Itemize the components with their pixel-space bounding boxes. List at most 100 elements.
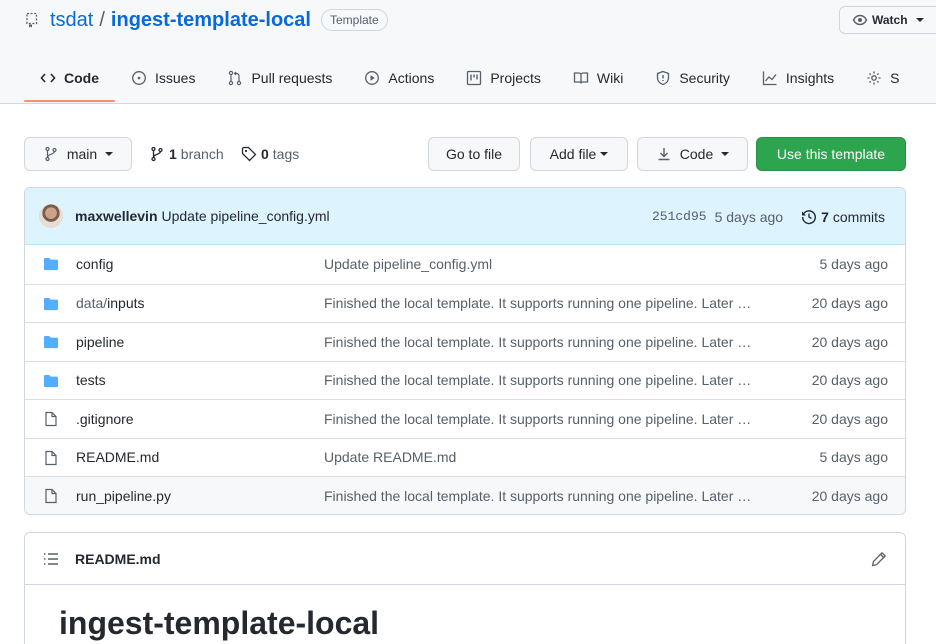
pencil-icon[interactable] [871, 551, 887, 567]
book-icon [573, 72, 589, 84]
file-name-text[interactable]: pipeline [76, 334, 124, 350]
file-browser: maxwellevin Update pipeline_config.yml 2… [24, 187, 906, 515]
repo-title: tsdat / ingest-template-local Template [24, 7, 388, 33]
avatar[interactable] [39, 204, 63, 228]
path-separator: / [99, 8, 105, 31]
file-commit-message-link[interactable]: Update pipeline_config.yml [324, 256, 756, 272]
go-to-file-label: Go to file [445, 146, 503, 162]
branch-icon [45, 146, 57, 162]
file-name-text[interactable]: README.md [76, 449, 159, 465]
branch-select-button[interactable]: main [24, 137, 132, 171]
file-commit-message-link[interactable]: Finished the local template. It supports… [324, 411, 756, 427]
file-commit-message-link[interactable]: Finished the local template. It supports… [324, 295, 756, 311]
file-commit-age: 20 days ago [811, 333, 888, 350]
list-icon[interactable] [43, 551, 59, 567]
template-badge: Template [320, 9, 388, 31]
add-file-button[interactable]: Add file [530, 137, 628, 171]
file-name-link[interactable]: config [76, 256, 113, 272]
code-download-button[interactable]: Code [637, 137, 748, 171]
tab-security[interactable]: Security [639, 60, 746, 96]
watch-button[interactable]: Watch [839, 6, 936, 34]
tab-label: Wiki [596, 70, 624, 86]
file-name-link[interactable]: tests [76, 372, 106, 388]
file-row[interactable]: run_pipeline.py Finished the local templa… [25, 476, 905, 514]
code-icon [40, 73, 56, 83]
file-name-link[interactable]: .gitignore [76, 411, 134, 427]
add-file-label: Add file [549, 146, 597, 162]
file-commit-age: 20 days ago [811, 410, 888, 427]
tab-wiki[interactable]: Wiki [557, 60, 639, 96]
history-icon [802, 209, 817, 224]
file-commit-age: 5 days ago [819, 449, 889, 466]
repo-tabs: Code Issues Pull requests Actions Projec… [24, 60, 916, 104]
tab-label: Security [679, 70, 730, 86]
file-commit-age: 5 days ago [819, 256, 889, 273]
tab-actions[interactable]: Actions [348, 60, 450, 96]
file-commit-message-link[interactable]: Update README.md [324, 449, 756, 465]
play-icon [365, 71, 380, 85]
tab-issues[interactable]: Issues [115, 60, 211, 96]
branch-count: 1 [169, 146, 177, 162]
tag-icon [241, 146, 257, 162]
tab-label: Projects [490, 70, 541, 86]
commit-age: 5 days ago [714, 208, 784, 225]
repo-name-link[interactable]: ingest-template-local [111, 9, 311, 32]
commit-count-label: commits [832, 208, 885, 225]
folder-icon [44, 258, 58, 271]
file-row[interactable]: pipeline Finished the local template. It … [25, 322, 905, 361]
tab-label: Code [64, 70, 99, 86]
file-name-text[interactable]: inputs [107, 295, 144, 311]
file-icon [45, 488, 57, 504]
watch-label: Watch [872, 13, 908, 27]
file-commit-message-link[interactable]: Finished the local template. It supports… [324, 334, 756, 350]
file-path-prefix[interactable]: data/ [76, 295, 107, 311]
file-name-link[interactable]: run_pipeline.py [76, 488, 171, 504]
file-name-link[interactable]: pipeline [76, 334, 124, 350]
issue-icon [132, 71, 146, 85]
file-row[interactable]: tests Finished the local template. It sup… [25, 360, 905, 400]
pull-request-icon [229, 70, 242, 86]
tags-link[interactable]: 0 tags [241, 144, 299, 164]
commit-message-link[interactable]: Update pipeline_config.yml [162, 208, 330, 224]
file-name-link[interactable]: data/inputs [76, 295, 145, 311]
tab-code[interactable]: Code [24, 60, 115, 102]
latest-commit-bar: maxwellevin Update pipeline_config.yml 2… [25, 188, 905, 245]
go-to-file-button[interactable]: Go to file [428, 137, 520, 171]
commit-sha-link[interactable]: 251cd95 [652, 209, 707, 224]
file-commit-message-link[interactable]: Finished the local template. It supports… [324, 488, 756, 504]
commits-history-link[interactable]: 7 commits [801, 209, 885, 225]
chevron-down-icon [105, 152, 114, 156]
use-template-button[interactable]: Use this template [756, 137, 906, 171]
tab-insights[interactable]: Insights [746, 60, 850, 96]
readme-panel: README.md ingest-template-local [24, 532, 906, 644]
repo-template-icon [26, 12, 38, 28]
branches-link[interactable]: 1 branch [149, 144, 224, 164]
file-row[interactable]: config Update pipeline_config.yml 5 days a… [25, 245, 905, 284]
tag-count-label: tags [272, 146, 300, 162]
file-name-text[interactable]: .gitignore [76, 411, 134, 427]
tab-label: Pull requests [251, 70, 333, 86]
tab-settings[interactable]: S [850, 60, 915, 96]
project-icon [467, 70, 482, 86]
file-row[interactable]: data/inputs Finished the local template. … [25, 283, 905, 323]
file-row[interactable]: README.md Update README.md 5 days ago [25, 437, 905, 477]
chevron-down-icon [600, 152, 609, 156]
file-commit-message-link[interactable]: Finished the local template. It supports… [324, 372, 756, 388]
file-name-link[interactable]: README.md [76, 449, 159, 465]
repo-owner-link[interactable]: tsdat [50, 9, 93, 32]
repo-header: tsdat / ingest-template-local Template W… [0, 0, 936, 104]
file-commit-age: 20 days ago [811, 295, 888, 312]
file-row[interactable]: .gitignore Finished the local template. I… [25, 399, 905, 438]
file-name-text[interactable]: config [76, 256, 113, 272]
readme-filename: README.md [75, 550, 161, 567]
use-template-label: Use this template [776, 146, 886, 162]
commit-author-link[interactable]: maxwellevin [75, 208, 158, 224]
readme-header: README.md [25, 533, 905, 585]
code-label: Code [679, 146, 714, 162]
file-name-text[interactable]: run_pipeline.py [76, 488, 171, 504]
eye-icon [852, 14, 868, 26]
file-name-text[interactable]: tests [76, 372, 106, 388]
folder-icon [44, 374, 58, 387]
tab-projects[interactable]: Projects [450, 60, 557, 96]
tab-pull-requests[interactable]: Pull requests [211, 60, 348, 96]
